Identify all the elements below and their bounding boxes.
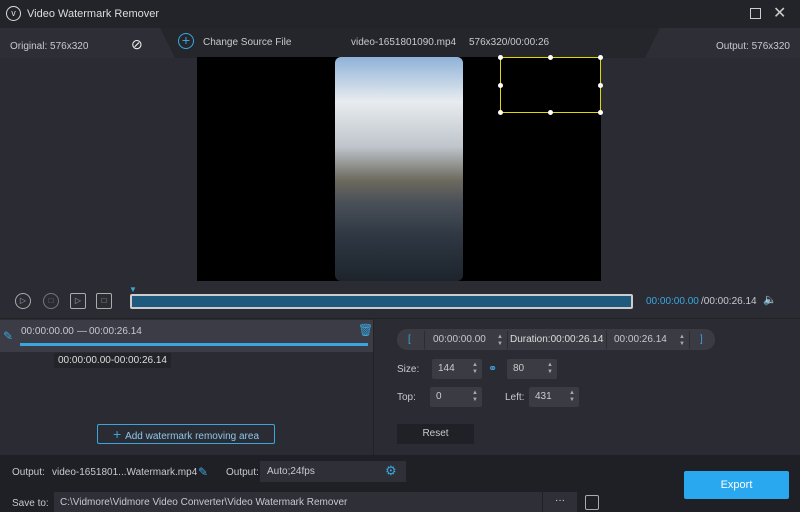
video-frame [335, 57, 463, 281]
width-spinner[interactable]: ▲ ▼ [472, 362, 478, 376]
height-input[interactable]: 80 ▲ ▼ [507, 359, 557, 379]
play-button[interactable]: ▷ [15, 293, 31, 309]
output-file-label: Output: [12, 467, 45, 478]
segment-start: 00:00:00.00 [21, 326, 74, 337]
resize-handle[interactable] [548, 110, 553, 115]
left-input[interactable]: 431 ▲ ▼ [529, 387, 579, 407]
start-time-value: 00:00:00.00 [433, 334, 486, 345]
duration-text: Duration:00:00:26.14 [510, 334, 604, 345]
segment-row[interactable]: ✎ 00:00:00.00 — 00:00:26.14 🗑 [0, 320, 373, 352]
segment-end: 00:00:26.14 [89, 326, 142, 337]
output-filename: video-1651801...Watermark.mp4 [52, 467, 198, 478]
resize-handle[interactable] [548, 55, 553, 60]
eraser-icon: ✎ [3, 329, 14, 343]
end-frame-button[interactable]: □ [96, 293, 112, 309]
left-spinner[interactable]: ▲ ▼ [569, 390, 575, 404]
left-label: Left: [505, 392, 525, 403]
add-area-label: Add watermark removing area [125, 431, 260, 442]
top-spinner[interactable]: ▲ ▼ [472, 390, 478, 404]
timeline-track[interactable] [130, 294, 633, 309]
resize-handle[interactable] [498, 83, 503, 88]
title-bar: v Video Watermark Remover ✕ [0, 0, 800, 28]
save-path-value: C:\Vidmore\Vidmore Video Converter\Video… [60, 497, 348, 508]
top-value: 0 [436, 391, 442, 402]
output-format-value: Auto;24fps [267, 466, 315, 477]
segment-bar [20, 343, 368, 346]
output-size: Output: 576x320 [716, 41, 790, 52]
resize-handle[interactable] [598, 83, 603, 88]
top-label: Top: [397, 392, 416, 403]
top-input[interactable]: 0 ▲ ▼ [430, 387, 482, 407]
set-start-button[interactable]: [ [408, 334, 411, 345]
playhead[interactable]: ▼ [129, 285, 137, 294]
edit-pencil-icon[interactable]: ✎ [198, 465, 208, 479]
resize-handle[interactable] [598, 110, 603, 115]
current-time: 00:00:00.00 [646, 296, 699, 307]
reset-button[interactable]: Reset [397, 424, 474, 444]
original-size: Original: 576x320 [10, 41, 89, 52]
segment-tooltip: 00:00:00.00-00:00:26.14 [54, 353, 171, 368]
link-aspect-icon[interactable]: ⚭ [488, 362, 497, 375]
open-folder-icon[interactable] [585, 495, 599, 510]
maximize-button[interactable] [750, 8, 761, 19]
total-time: /00:00:26.14 [701, 296, 757, 307]
app-title: Video Watermark Remover [27, 8, 160, 20]
end-time-value: 00:00:26.14 [614, 334, 667, 345]
left-value: 431 [535, 391, 552, 402]
width-value: 144 [438, 363, 455, 374]
set-end-button[interactable]: ] [700, 334, 703, 345]
height-spinner[interactable]: ▲ ▼ [547, 362, 553, 376]
watermark-selection-box[interactable] [498, 55, 603, 115]
end-time-field[interactable]: 00:00:26.14 ▲ ▼ [606, 331, 690, 349]
resize-handle[interactable] [498, 110, 503, 115]
resize-handle[interactable] [598, 55, 603, 60]
add-area-button[interactable]: + Add watermark removing area [97, 424, 275, 444]
export-button[interactable]: Export [684, 471, 789, 499]
app-logo-icon: v [6, 6, 21, 21]
hide-eye-icon[interactable]: ⊘ [131, 36, 143, 53]
browse-button[interactable]: ··· [543, 492, 577, 512]
next-frame-button[interactable]: ▷ [70, 293, 86, 309]
volume-icon[interactable]: 🔈 [763, 293, 777, 306]
size-label: Size: [397, 364, 420, 375]
width-input[interactable]: 144 ▲ ▼ [432, 359, 482, 379]
save-to-label: Save to: [12, 498, 49, 509]
segment-dash: — [77, 326, 87, 337]
save-path-field[interactable]: C:\Vidmore\Vidmore Video Converter\Video… [54, 492, 542, 512]
end-time-spinner[interactable]: ▲ ▼ [679, 334, 685, 348]
stop-button[interactable]: □ [43, 293, 59, 309]
output-format-field[interactable]: Auto;24fps ⚙ [260, 461, 406, 482]
close-button[interactable]: ✕ [773, 3, 786, 23]
start-time-field[interactable]: 00:00:00.00 ▲ ▼ [424, 331, 508, 349]
output-format-label: Output: [226, 467, 259, 478]
plus-icon: + [112, 426, 126, 442]
start-time-spinner[interactable]: ▲ ▼ [497, 334, 503, 348]
add-circle-icon[interactable]: + [178, 33, 194, 49]
video-meta: 576x320/00:00:26 [469, 37, 550, 48]
filename: video-1651801090.mp4 [351, 37, 457, 48]
delete-trash-icon[interactable]: 🗑 [358, 323, 373, 337]
change-source-button[interactable]: Change Source File [203, 37, 291, 48]
settings-gear-icon[interactable]: ⚙ [385, 463, 397, 479]
height-value: 80 [513, 363, 525, 374]
resize-handle[interactable] [498, 55, 503, 60]
